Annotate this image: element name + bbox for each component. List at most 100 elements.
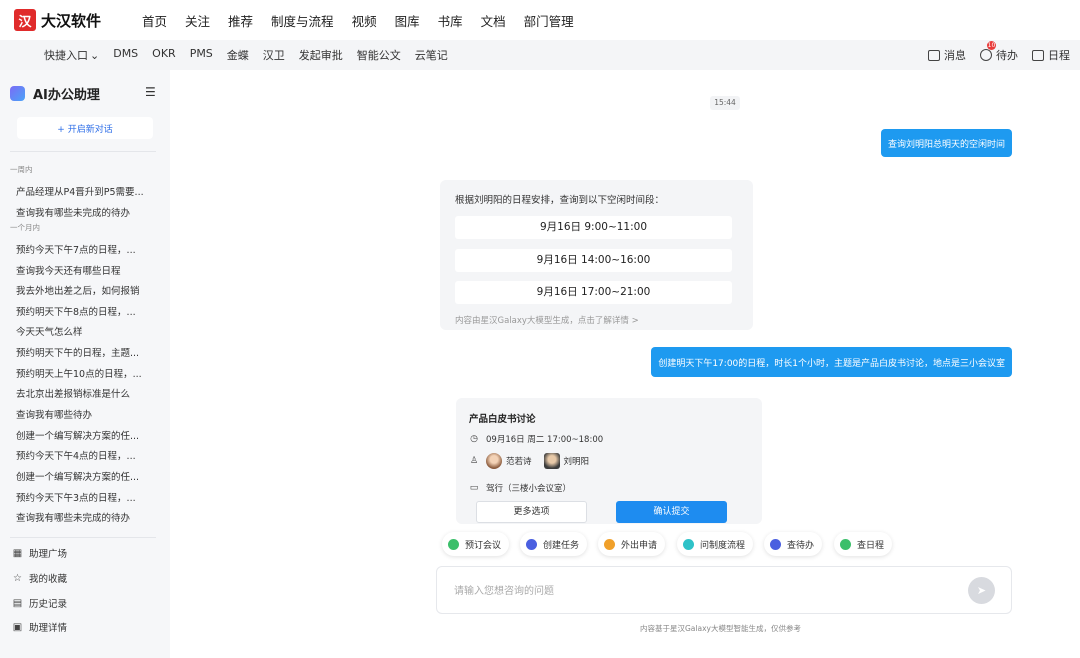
quick-action-create-task[interactable]: 创建任务: [520, 532, 588, 556]
history-icon: ▤: [12, 597, 23, 609]
task-icon: [526, 538, 537, 550]
free-time-slot[interactable]: 9月16日 9:00~11:00: [455, 216, 732, 239]
quick-link-okr[interactable]: OKR: [152, 47, 176, 63]
location-icon: ▭: [469, 483, 479, 493]
quick-action-book-meeting[interactable]: 预订会议: [442, 532, 510, 556]
event-time-row: ◷ 09月16日 周二 17:00~18:00: [469, 433, 603, 445]
history-item[interactable]: 去北京出差报销标准是什么: [16, 386, 130, 400]
history-item[interactable]: 预约明天下午8点的日程，...: [16, 304, 136, 318]
quick-link-dms[interactable]: DMS: [113, 47, 138, 63]
event-location: 驾行（三楼小会议室）: [486, 484, 572, 494]
nav-follow[interactable]: 关注: [185, 11, 210, 30]
sidebar-title: AI办公助理: [33, 88, 100, 103]
assistant-plaza-link[interactable]: ▦ 助理广场: [12, 546, 68, 561]
quick-link-approval[interactable]: 发起审批: [299, 47, 343, 63]
avatar: [486, 453, 502, 469]
nav-dept-manage[interactable]: 部门管理: [524, 11, 574, 30]
history-item[interactable]: 查询我有哪些未完成的待办: [16, 510, 130, 524]
todo-button[interactable]: 10 待办: [980, 41, 1018, 63]
history-item[interactable]: 查询我有哪些待办: [16, 407, 92, 421]
nav-home[interactable]: 首页: [142, 11, 167, 30]
header-actions: 消息 10 待办 日程: [914, 40, 1070, 70]
chevron-down-icon: ⌄: [90, 49, 100, 62]
history-item[interactable]: 产品经理从P4晋升到P5需要...: [16, 184, 144, 198]
reply-intro: 根据刘明阳的日程安排，查询到以下空闲时间段：: [455, 195, 665, 206]
app-logo[interactable]: 汉 大汉软件: [14, 9, 124, 31]
app-name: 大汉软件: [41, 11, 102, 30]
messages-button[interactable]: 消息: [928, 47, 966, 63]
history-item[interactable]: 查询我今天还有哪些日程: [16, 263, 121, 277]
free-time-slot[interactable]: 9月16日 14:00~16:00: [455, 249, 732, 272]
nav-video[interactable]: 视频: [352, 11, 377, 30]
attendee-name: 范若诗: [506, 457, 532, 467]
history-item[interactable]: 我去外地出差之后，如何报销: [16, 283, 140, 297]
composer: ➤: [436, 566, 1012, 614]
star-icon: ☆: [13, 572, 22, 584]
message-timestamp: 15:44: [710, 96, 740, 110]
history-item[interactable]: 预约明天下午的日程，主题...: [16, 345, 139, 359]
history-item[interactable]: 预约今天下午3点的日程，...: [16, 490, 136, 504]
quick-entry-label: 快捷入口: [44, 49, 88, 62]
message-icon: [928, 49, 940, 61]
outing-icon: [604, 538, 615, 550]
quick-link-pms[interactable]: PMS: [190, 47, 213, 63]
quick-link-smart-doc[interactable]: 智能公文: [357, 47, 401, 63]
ai-disclaimer: 内容基于星汉Galaxy大模型智能生成，仅供参考: [640, 624, 801, 633]
nav-documents[interactable]: 文档: [481, 11, 506, 30]
history-item[interactable]: 创建一个编写解决方案的任...: [16, 469, 139, 483]
free-time-slot[interactable]: 9月16日 17:00~21:00: [455, 281, 732, 304]
assistant-detail-link[interactable]: ▣ 助理详情: [12, 620, 68, 635]
send-icon[interactable]: ➤: [968, 577, 995, 604]
nav-recommend[interactable]: 推荐: [228, 11, 253, 30]
quick-action-label: 查待办: [787, 540, 815, 551]
todo-badge: 10: [987, 41, 996, 50]
history-item[interactable]: 查询我有哪些未完成的待办: [16, 205, 130, 219]
history-item[interactable]: 预约今天下午4点的日程，...: [16, 448, 136, 462]
quick-action-label: 查日程: [857, 540, 885, 551]
history-item[interactable]: 今天天气怎么样: [16, 324, 83, 338]
top-bar: 汉 大汉软件 首页 关注 推荐 制度与流程 视频 图库 书库 文档 部门管理: [0, 0, 1080, 40]
calendar-button[interactable]: 日程: [1032, 47, 1070, 63]
event-title: 产品白皮书讨论: [469, 414, 536, 425]
question-input[interactable]: [454, 581, 934, 601]
group-label-month: 一个月内: [10, 223, 40, 232]
clock-icon: ◷: [470, 434, 478, 444]
todo-icon: [770, 538, 781, 550]
assistant-reply-card: 根据刘明阳的日程安排，查询到以下空闲时间段： 9月16日 9:00~11:00 …: [440, 180, 753, 330]
assistant-detail-label: 助理详情: [29, 623, 68, 634]
history-item[interactable]: 创建一个编写解决方案的任...: [16, 428, 139, 442]
history-item[interactable]: 预约明天上午10点的日程，...: [16, 366, 142, 380]
new-chat-button[interactable]: + 开启新对话: [17, 117, 153, 139]
top-nav: 首页 关注 推荐 制度与流程 视频 图库 书库 文档 部门管理: [142, 11, 592, 30]
todo-label: 待办: [996, 49, 1018, 62]
quick-link-cloud-note[interactable]: 云笔记: [415, 47, 448, 63]
nav-gallery[interactable]: 图库: [395, 11, 420, 30]
quick-link-kingdee[interactable]: 金蝶: [227, 47, 249, 63]
grid-icon: ▦: [12, 547, 23, 559]
my-favorites-label: 我的收藏: [29, 574, 68, 585]
history-link[interactable]: ▤ 历史记录: [12, 596, 68, 611]
group-label-week: 一周内: [10, 165, 33, 174]
my-favorites-link[interactable]: ☆ 我的收藏: [12, 571, 68, 586]
more-options-button[interactable]: 更多选项: [476, 501, 587, 523]
quick-nav: 快捷入口 ⌄ DMS OKR PMS 金蝶 汉卫 发起审批 智能公文 云笔记: [44, 47, 462, 63]
history-item[interactable]: 预约今天下午7点的日程，...: [16, 242, 136, 256]
quick-action-outing-request[interactable]: 外出申请: [598, 532, 666, 556]
quick-entry-menu[interactable]: 快捷入口 ⌄: [44, 47, 99, 63]
confirm-submit-button[interactable]: 确认提交: [616, 501, 727, 523]
quick-action-check-todo[interactable]: 查待办: [764, 532, 823, 556]
quick-action-check-schedule[interactable]: 查日程: [834, 532, 893, 556]
event-attendees-row: ♙ 范若诗 刘明阳: [469, 453, 589, 469]
nav-library[interactable]: 书库: [438, 11, 463, 30]
check-circle-icon: [980, 49, 992, 61]
quick-link-hanwei[interactable]: 汉卫: [263, 47, 285, 63]
event-card: 产品白皮书讨论 ◷ 09月16日 周二 17:00~18:00 ♙ 范若诗 刘明…: [456, 398, 762, 524]
assistant-plaza-label: 助理广场: [29, 549, 68, 560]
reply-source-link[interactable]: 内容由星汉Galaxy大模型生成，点击了解详情 >: [455, 314, 639, 326]
quick-action-ask-policy[interactable]: 问制度流程: [677, 532, 754, 556]
collapse-sidebar-icon[interactable]: ☰: [145, 86, 158, 98]
history-label: 历史记录: [29, 599, 68, 610]
user-message: 创建明天下午17:00的日程，时长1个小时，主题是产品白皮书讨论，地点是三小会议…: [651, 347, 1012, 377]
event-time: 09月16日 周二 17:00~18:00: [486, 435, 604, 445]
nav-policy[interactable]: 制度与流程: [271, 11, 334, 30]
